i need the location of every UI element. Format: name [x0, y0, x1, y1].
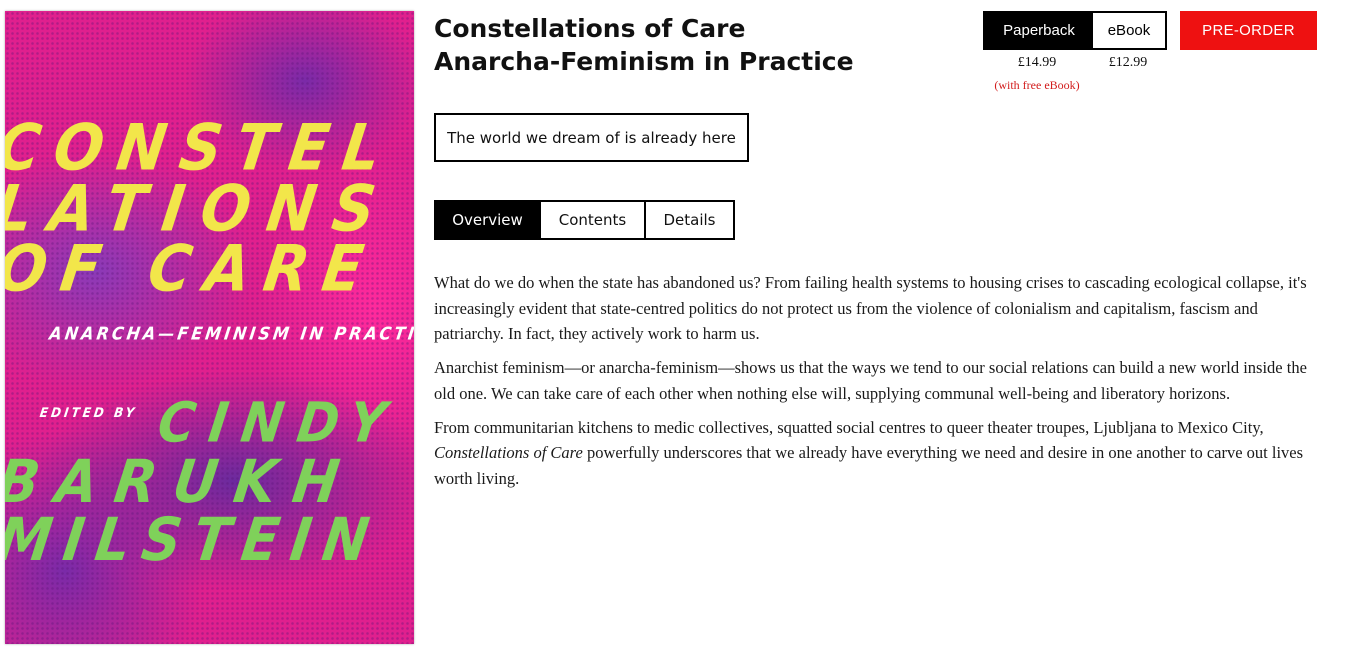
- book-title: Constellations of Care: [434, 14, 746, 43]
- tagline-box: The world we dream of is already here: [434, 113, 749, 162]
- book-cover: CONSTEL LATIONS OF CARE ANARCHA—FEMINISM…: [5, 11, 414, 644]
- book-subtitle: Anarcha-Feminism in Practice: [434, 47, 854, 76]
- tab-overview[interactable]: Overview: [436, 202, 541, 238]
- paperback-price-note: (with free eBook): [994, 78, 1080, 92]
- overview-paragraph-2: Anarchist feminism—or anarcha-feminism—s…: [434, 358, 1307, 403]
- paperback-format-button[interactable]: Paperback: [985, 13, 1093, 48]
- paperback-price: £14.99: [1017, 55, 1057, 70]
- overview-paragraph-1: What do we do when the state has abandon…: [434, 273, 1307, 343]
- format-toggle: Paperback eBook: [983, 11, 1167, 50]
- overview-paragraph-3-start: From communitarian kitchens to medic col…: [434, 417, 1264, 437]
- cover-edited-by: EDITED BY: [38, 405, 139, 421]
- ebook-format-button[interactable]: eBook: [1093, 13, 1165, 48]
- preorder-button[interactable]: PRE-ORDER: [1180, 11, 1317, 50]
- tab-bar: Overview Contents Details: [434, 200, 735, 240]
- overview-book-title-italic: Constellations of Care: [434, 443, 583, 462]
- cover-author-line-1: CINDY: [154, 391, 404, 455]
- ebook-price: £12.99: [1108, 55, 1148, 70]
- book-title-block: Constellations of Care Anarcha-Feminism …: [434, 12, 854, 78]
- tab-details[interactable]: Details: [646, 202, 733, 238]
- overview-description: What do we do when the state has abandon…: [434, 270, 1324, 500]
- overview-paragraph-3: From communitarian kitchens to medic col…: [434, 415, 1324, 492]
- tab-contents[interactable]: Contents: [541, 202, 646, 238]
- cover-subtitle: ANARCHA—FEMINISM IN PRACTICE: [48, 323, 414, 344]
- cover-title-line-3: OF CARE: [5, 231, 382, 306]
- cover-author-line-3: MILSTEIN: [5, 505, 386, 575]
